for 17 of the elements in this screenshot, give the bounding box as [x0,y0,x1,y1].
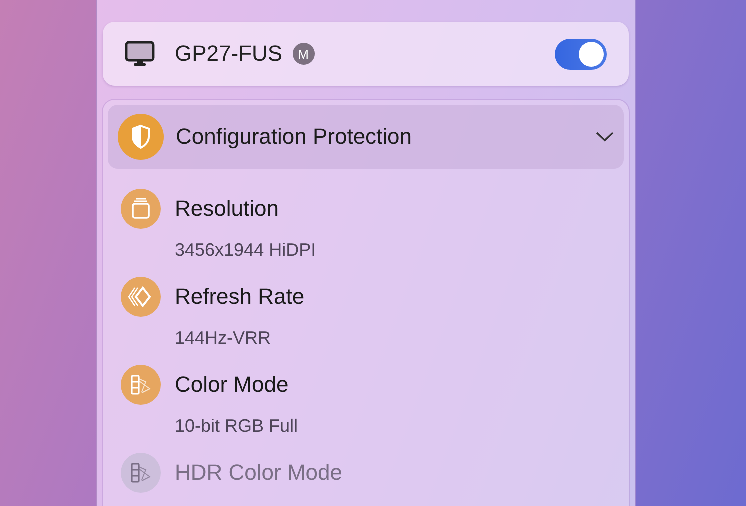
mode-badge: M [292,43,315,65]
setting-value: 144Hz-VRR [174,327,272,350]
toggle-switch[interactable] [555,38,607,70]
color-swatch-icon [121,453,161,493]
device-name: GP27-FUS [175,41,283,67]
shield-icon [118,114,164,160]
window-stack-icon [121,189,161,229]
setting-label: Refresh Rate [175,284,305,310]
monitor-icon [125,41,155,67]
setting-label: Resolution [175,196,279,222]
chevron-icon [596,132,614,142]
setting-value: 3456x1944 HiDPI [174,239,318,262]
setting-label: HDR Color Mode [175,460,342,486]
setting-value: 10-bit RGB Full [174,415,300,438]
section-header[interactable]: Configuration Protection [108,105,624,169]
color-swatch-icon [121,365,161,405]
setting-label: Color Mode [175,372,289,398]
